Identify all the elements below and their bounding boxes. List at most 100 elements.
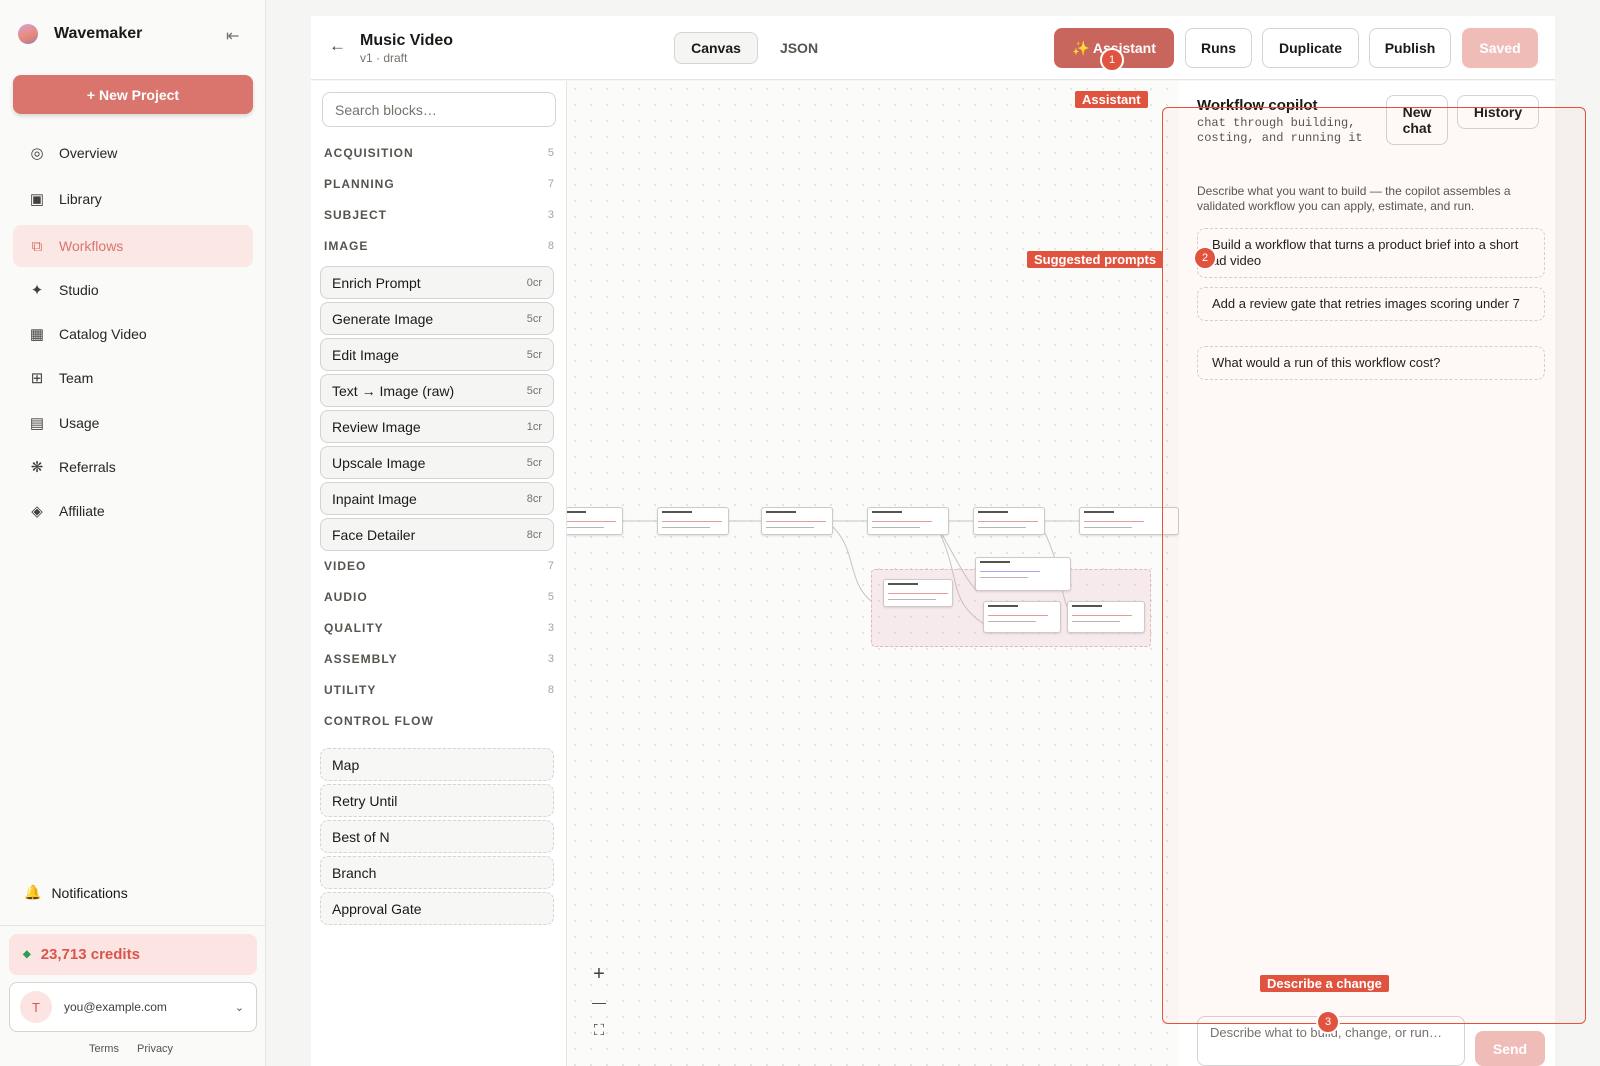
category-planning[interactable]: PLANNING 7 [324,174,554,194]
block-review-image[interactable]: Review Image 1cr [320,410,554,443]
block-best-of-n[interactable]: Best of N [320,820,554,853]
sidebar-item-affiliate[interactable]: ◈ Affiliate [13,490,253,532]
category-count: 5 [547,591,554,603]
sidebar-item-team[interactable]: ⊞ Team [13,357,253,399]
sidebar-item-library[interactable]: ▣ Library [13,178,253,220]
category-label: ACQUISITION [324,146,414,160]
sidebar-item-referrals[interactable]: ❋ Referrals [13,446,253,488]
block-upscale-image[interactable]: Upscale Image 5cr [320,446,554,479]
block-approval-gate[interactable]: Approval Gate [320,892,554,925]
credits-label: 23,713 credits [40,946,140,963]
sidebar-item-studio[interactable]: ✦ Studio [13,269,253,311]
category-quality[interactable]: QUALITY 3 [324,618,554,638]
sidebar-item-workflows[interactable]: ⧉ Workflows [13,225,253,267]
publish-button[interactable]: Publish [1369,28,1451,68]
block-branch[interactable]: Branch [320,856,554,889]
new-project-button[interactable]: + New Project [13,75,253,114]
block-label: Enrich Prompt [332,274,421,291]
zoom-out-button[interactable]: — [583,988,615,1016]
sidebar-item-label: Catalog Video [59,326,147,342]
search-blocks-input[interactable]: Search blocks… [322,92,556,127]
category-subject[interactable]: SUBJECT 3 [324,205,554,225]
block-label: Map [332,756,360,773]
block-cost: 5cr [526,456,542,469]
block-retry-until[interactable]: Retry Until [320,784,554,817]
tab-json[interactable]: JSON [766,32,832,64]
catalog-icon: ▦ [29,326,45,343]
affiliate-icon: ◈ [31,503,43,520]
page-subtitle: v1 · draft [360,51,408,65]
category-video[interactable]: VIDEO 7 [324,556,554,576]
studio-icon: ✦ [30,282,44,299]
block-label: Generate Image [332,310,434,327]
collapse-sidebar-icon[interactable]: ⇤ [226,26,239,46]
sidebar-item-usage[interactable]: ▤ Usage [13,402,253,444]
brand[interactable]: Wavemaker [18,24,142,44]
sidebar-item-catalog-video[interactable]: ▦ Catalog Video [13,313,253,355]
category-acquisition[interactable]: ACQUISITION 5 [324,143,554,163]
sidebar-item-label: Library [59,191,102,207]
canvas-node[interactable] [975,557,1071,591]
library-icon: ▣ [29,191,45,208]
block-palette: Search blocks… ACQUISITION 5 PLANNING 7 SU… [311,81,567,1066]
category-audio[interactable]: AUDIO 5 [324,587,554,607]
canvas-node[interactable] [883,579,953,607]
canvas-node[interactable] [983,601,1061,633]
block-label: Text → Image (raw) [332,382,455,399]
block-label: Upscale Image [332,454,426,471]
category-label: SUBJECT [324,208,388,222]
block-label: Approval Gate [332,900,422,917]
sidebar-divider [0,925,266,926]
runs-button[interactable]: Runs [1185,28,1252,68]
category-label: AUDIO [324,590,368,604]
canvas-node[interactable] [761,507,833,535]
block-label: Best of N [332,828,390,845]
category-assembly[interactable]: ASSEMBLY 3 [324,649,554,669]
sidebar-item-overview[interactable]: ◎ Overview [13,132,253,174]
block-label: Review Image [332,418,421,435]
overview-icon: ◎ [30,145,44,162]
annotation-pin: 2 [1193,246,1217,270]
saved-button[interactable]: Saved [1462,28,1538,68]
canvas-node[interactable] [567,507,623,535]
block-enrich-prompt[interactable]: Enrich Prompt 0cr [320,266,554,299]
block-map[interactable]: Map [320,748,554,781]
category-count: 7 [547,178,554,190]
block-cost: 0cr [526,276,542,289]
category-image[interactable]: IMAGE 8 [324,236,554,256]
credits-badge[interactable]: ◆ 23,713 credits [9,934,257,975]
category-label: UTILITY [324,683,377,697]
category-control-flow[interactable]: CONTROL FLOW [324,711,554,731]
category-label: QUALITY [324,621,384,635]
workflow-canvas[interactable]: + — ⛶ [567,81,1179,1066]
canvas-node[interactable] [1067,601,1145,633]
zoom-in-button[interactable]: + [583,960,615,988]
block-text-to-image[interactable]: Text → Image (raw) 5cr [320,374,554,407]
block-face-detailer[interactable]: Face Detailer 8cr [320,518,554,551]
duplicate-button[interactable]: Duplicate [1262,28,1359,68]
canvas-node[interactable] [867,507,949,535]
back-arrow-icon[interactable]: ← [329,36,346,56]
user-menu[interactable]: T you@example.com ⌄ [9,982,257,1032]
workflows-icon: ⧉ [31,237,43,255]
canvas-node[interactable] [973,507,1045,535]
category-count: 3 [547,209,554,221]
terms-link[interactable]: Terms [89,1043,119,1055]
credits-dot-icon: ◆ [23,949,31,960]
block-generate-image[interactable]: Generate Image 5cr [320,302,554,335]
block-cost: 1cr [526,420,542,433]
annotation-pin: 3 [1316,1010,1340,1034]
highlight-box [1162,107,1586,1024]
category-utility[interactable]: UTILITY 8 [324,680,554,700]
canvas-node[interactable] [657,507,729,535]
block-inpaint-image[interactable]: Inpaint Image 8cr [320,482,554,515]
block-cost: 8cr [526,492,542,505]
category-count: 5 [547,147,554,159]
notifications-link[interactable]: 🔔 Notifications [24,884,128,901]
fit-view-button[interactable]: ⛶ [583,1016,615,1044]
privacy-link[interactable]: Privacy [137,1043,173,1055]
tab-canvas[interactable]: Canvas [674,32,758,64]
chevron-down-icon: ⌄ [234,1001,244,1014]
send-button[interactable]: Send [1475,1031,1545,1066]
block-edit-image[interactable]: Edit Image 5cr [320,338,554,371]
